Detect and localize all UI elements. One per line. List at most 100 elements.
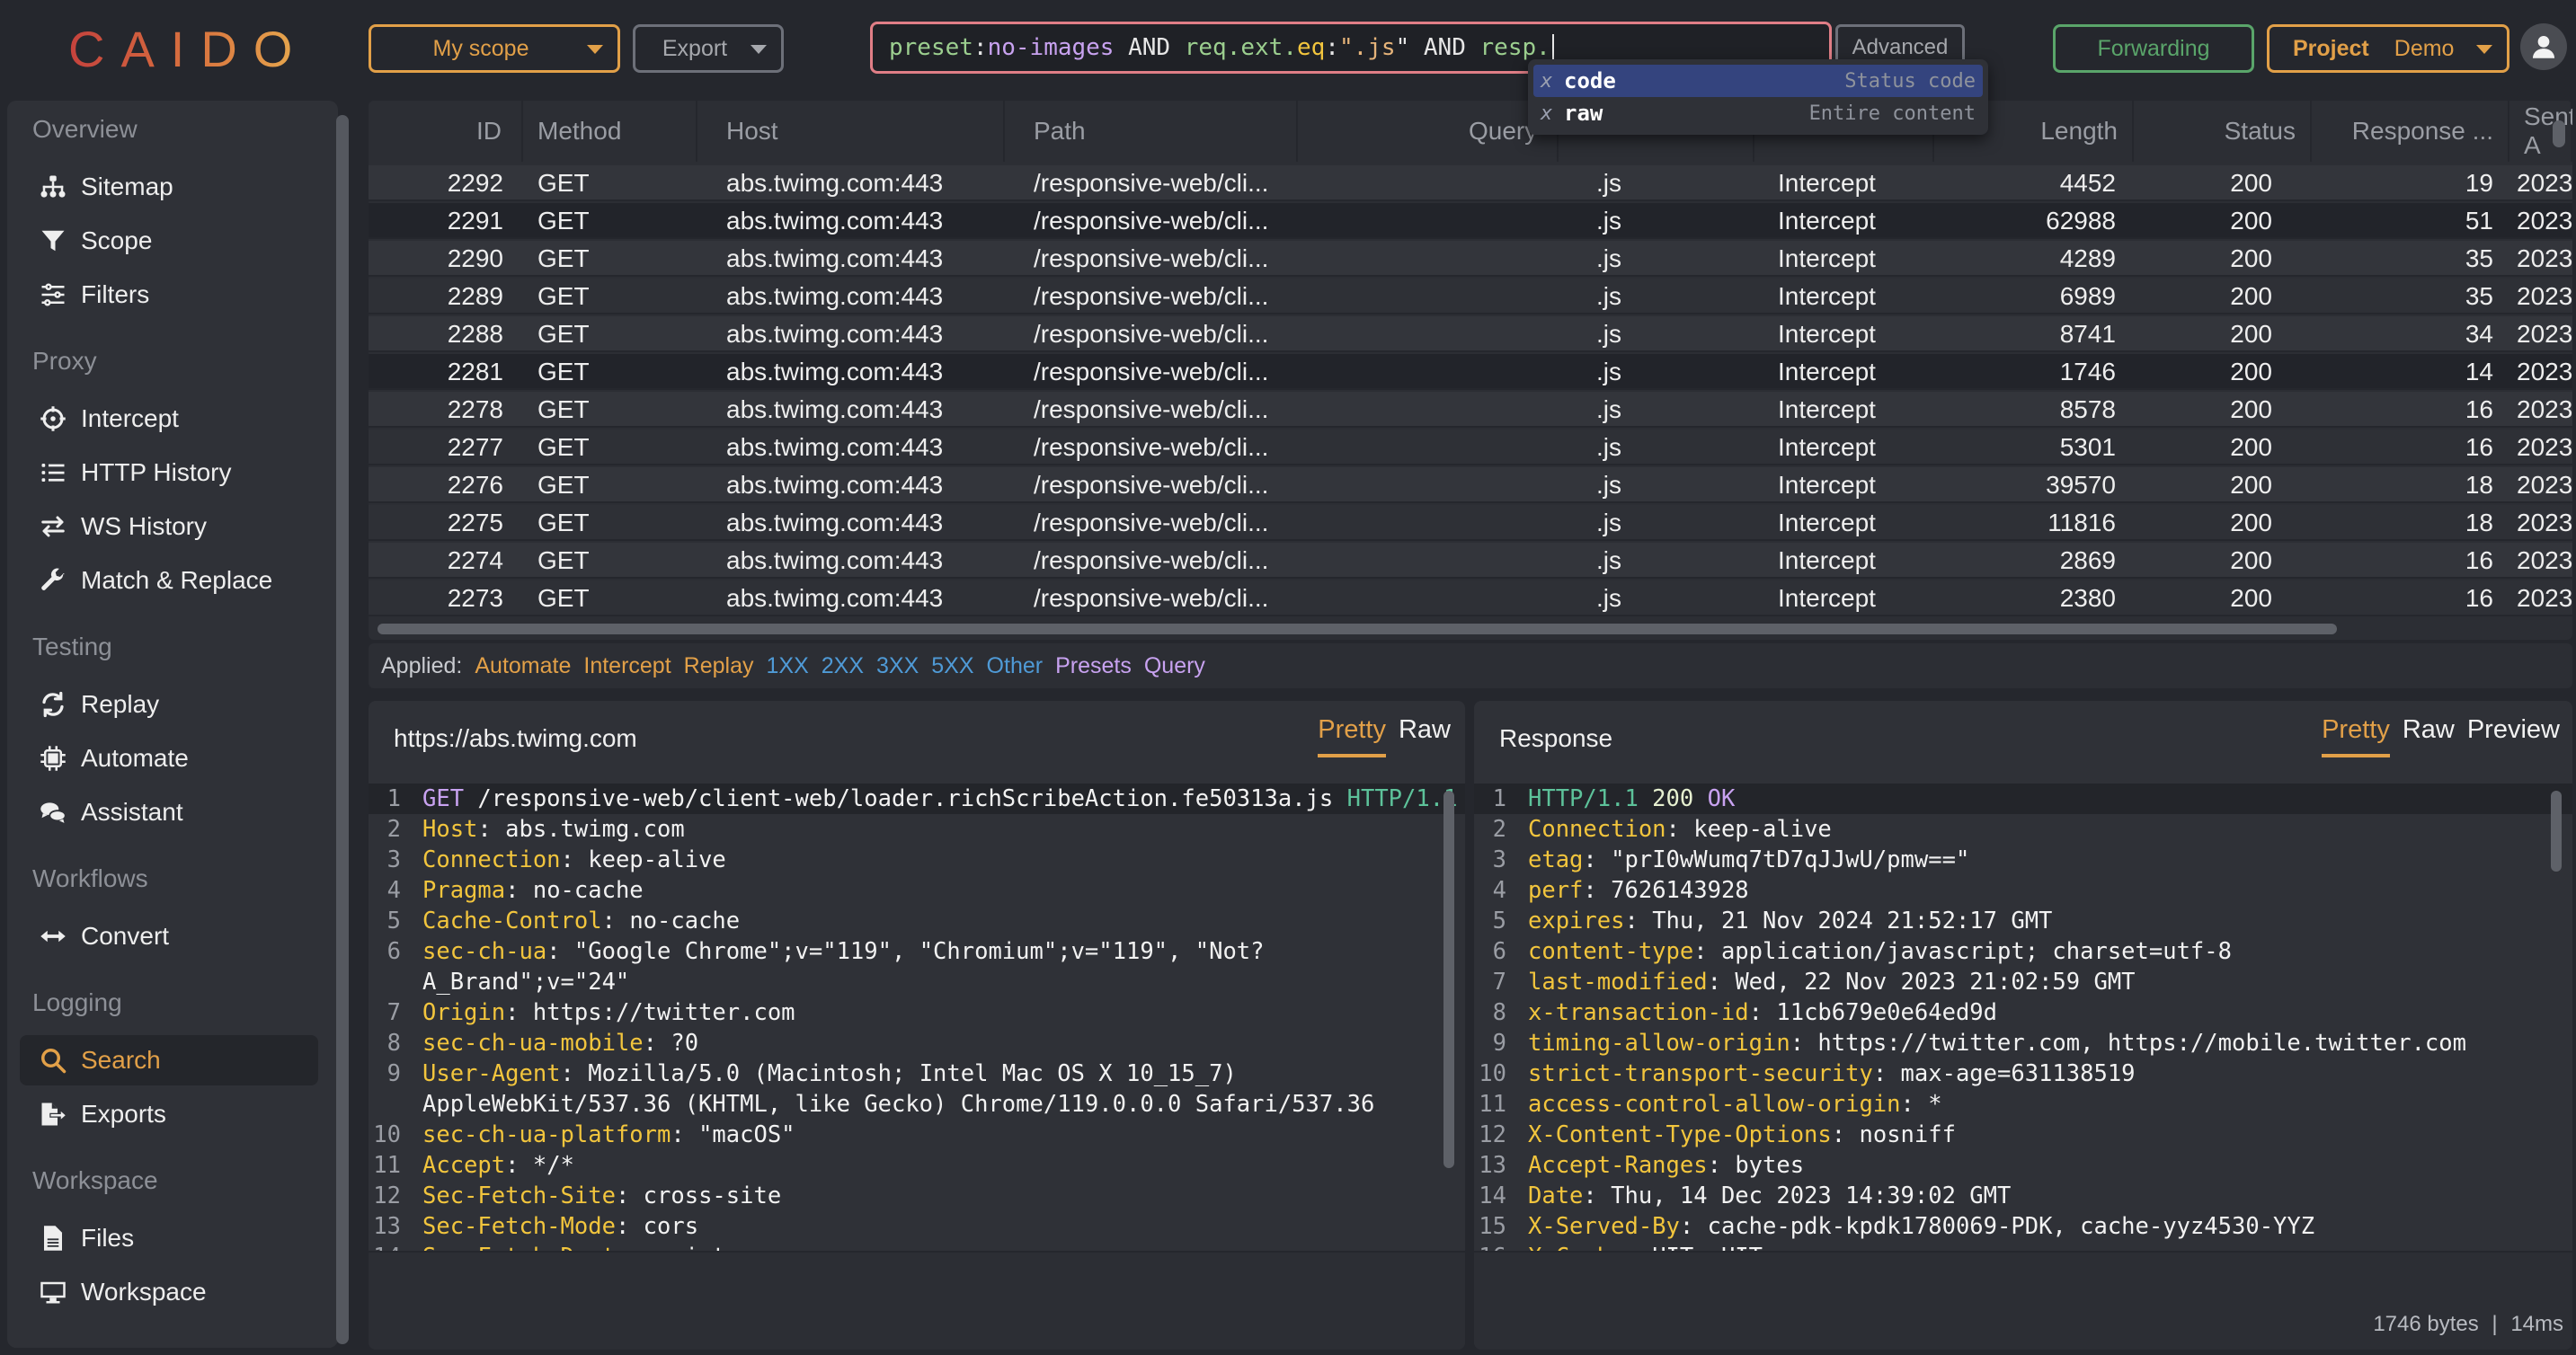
cell-response-time: 35 — [2465, 282, 2493, 310]
applied-filter-intercept[interactable]: Intercept — [583, 653, 671, 679]
autocomplete-item-code[interactable]: x code Status code — [1533, 65, 1983, 97]
response-editor-scrollbar[interactable] — [2551, 791, 2562, 872]
line-content: X-Cache: HIT, HIT — [1528, 1242, 1763, 1251]
sidebar-item-scope[interactable]: Scope — [20, 216, 318, 266]
response-tab-raw[interactable]: Raw — [2403, 715, 2455, 757]
sidebar-item-files[interactable]: Files — [20, 1213, 318, 1263]
table-row[interactable]: 2289 GET abs.twimg.com:443/responsive-web/… — [369, 279, 2572, 314]
table-row[interactable]: 2278 GET abs.twimg.com:443/responsive-web/… — [369, 392, 2572, 428]
sidebar-item-intercept[interactable]: Intercept — [20, 394, 318, 444]
cell-length: 4452 — [2059, 169, 2116, 197]
scope-selector-button[interactable]: My scope — [369, 24, 620, 73]
header-value: HIT, HIT — [1652, 1244, 1763, 1251]
autocomplete-item-raw[interactable]: x raw Entire content — [1533, 97, 1983, 129]
request-tab-pretty[interactable]: Pretty — [1318, 715, 1386, 757]
table-row[interactable]: 2274 GET abs.twimg.com:443/responsive-web/… — [369, 543, 2572, 579]
header-name: Sec-Fetch-Dest — [422, 1244, 616, 1251]
response-tab-pretty[interactable]: Pretty — [2322, 715, 2390, 757]
cell-host: abs.twimg.com:443 — [726, 169, 944, 197]
sidebar-item-exports[interactable]: Exports — [20, 1089, 318, 1139]
reset-query-icon[interactable] — [1784, 35, 1890, 84]
column-header-id[interactable]: ID — [369, 101, 523, 162]
line-content: content-type: application/javascript; ch… — [1528, 936, 2232, 967]
sidebar-item-search[interactable]: Search — [20, 1035, 318, 1085]
column-header-response-time[interactable]: Response ... — [2312, 101, 2509, 162]
applied-filter-presets[interactable]: Presets — [1055, 653, 1132, 679]
project-selector-button[interactable]: Project Demo — [2267, 24, 2509, 73]
table-row[interactable]: 2276 GET abs.twimg.com:443/responsive-web/… — [369, 467, 2572, 503]
cell-sent-at: 2023-1 — [2517, 584, 2572, 612]
table-row[interactable]: 2292 GET abs.twimg.com:443/responsive-web/… — [369, 165, 2572, 201]
header-name: Host — [422, 816, 478, 843]
request-editor-scrollbar[interactable] — [1443, 791, 1454, 1168]
sidebar-item-convert[interactable]: Convert — [20, 911, 318, 961]
table-row[interactable]: 2288 GET abs.twimg.com:443/responsive-web/… — [369, 316, 2572, 352]
column-header-path[interactable]: Path — [1005, 101, 1298, 162]
sidebar-item-filters[interactable]: Filters — [20, 270, 318, 320]
request-tab-raw[interactable]: Raw — [1399, 715, 1451, 757]
applied-filter-1xx[interactable]: 1XX — [766, 653, 808, 679]
header-value: Wed, 22 Nov 2023 21:02:59 GMT — [1735, 969, 2136, 996]
column-header-host[interactable]: Host — [697, 101, 1005, 162]
request-editor[interactable]: 1 GET /responsive-web/client-web/loader.r… — [369, 784, 1465, 1251]
response-stats: 1746 bytes | 14ms — [2373, 1312, 2563, 1337]
cell-length: 8741 — [2059, 320, 2116, 348]
table-row[interactable]: 2290 GET abs.twimg.com:443/responsive-web/… — [369, 241, 2572, 277]
sidebar-scrollbar[interactable] — [336, 115, 349, 1344]
header-separator: : — [1693, 938, 1721, 965]
sidebar-item-sitemap[interactable]: Sitemap — [20, 162, 318, 212]
cell-method: GET — [537, 207, 590, 235]
header-separator: : — [671, 1121, 699, 1148]
code-line: 9 User-Agent: Mozilla/5.0 (Macintosh; Int… — [369, 1058, 1465, 1120]
cell-path: /responsive-web/cli... — [1034, 320, 1269, 348]
cell-response-time: 16 — [2465, 584, 2493, 612]
applied-filter-5xx[interactable]: 5XX — [931, 653, 973, 679]
response-editor[interactable]: 1 HTTP/1.1 200 OK 2 Connection: keep-alive 3… — [1474, 784, 2572, 1251]
table-row[interactable]: 2281 GET abs.twimg.com:443/responsive-web/… — [369, 354, 2572, 390]
table-horizontal-scrollbar[interactable] — [378, 624, 2337, 634]
table-row[interactable]: 2291 GET abs.twimg.com:443/responsive-web/… — [369, 203, 2572, 239]
cell-response-time: 16 — [2465, 546, 2493, 574]
sidebar-item-http-history[interactable]: HTTP History — [20, 447, 318, 498]
table-row[interactable]: 2277 GET abs.twimg.com:443/responsive-web/… — [369, 430, 2572, 465]
table-row[interactable]: 2273 GET abs.twimg.com:443/responsive-web/… — [369, 580, 2572, 616]
applied-filter-other[interactable]: Other — [987, 653, 1044, 679]
applied-filter-query[interactable]: Query — [1144, 653, 1205, 679]
applied-filter-3xx[interactable]: 3XX — [876, 653, 919, 679]
header-separator: : — [505, 999, 533, 1026]
line-number: 14 — [1479, 1182, 1506, 1209]
applied-filter-automate[interactable]: Automate — [475, 653, 571, 679]
applied-filters-bar: Applied: Automate Intercept Replay 1XX 2XX 3X… — [369, 643, 2572, 688]
sidebar-item-ws-history[interactable]: WS History — [20, 501, 318, 552]
header-separator: : — [601, 908, 630, 934]
table-row[interactable]: 2275 GET abs.twimg.com:443/responsive-web/… — [369, 505, 2572, 541]
sidebar-item-workspace[interactable]: Workspace — [20, 1267, 318, 1317]
applied-filter-2xx[interactable]: 2XX — [822, 653, 864, 679]
request-url-title: https://abs.twimg.com — [394, 724, 637, 752]
table-vertical-scrollbar[interactable] — [2553, 120, 2565, 147]
column-header-query[interactable]: Query — [1298, 101, 1559, 162]
applied-filter-replay[interactable]: Replay — [684, 653, 754, 679]
sidebar-item-automate[interactable]: Automate — [20, 733, 318, 784]
line-content: sec-ch-ua: "Google Chrome";v="119", "Chr… — [422, 936, 1465, 997]
sidebar-section-overview: Overview — [32, 115, 138, 143]
header-name: Cache-Control — [422, 908, 602, 934]
sidebar-item-assistant[interactable]: Assistant — [20, 787, 318, 837]
cell-status: 200 — [2230, 509, 2272, 536]
cell-sent-at: 2023-1 — [2517, 320, 2572, 348]
column-header-status[interactable]: Status — [2134, 101, 2312, 162]
response-tab-preview[interactable]: Preview — [2467, 715, 2560, 757]
cell-sent-at: 2023-1 — [2517, 207, 2572, 235]
code-line: 6 content-type: application/javascript; c… — [1474, 936, 2572, 967]
request-path: /responsive-web/client-web/loader.richSc… — [464, 785, 1347, 812]
code-line: 15 X-Served-By: cache-pdk-kpdk1780069-PDK… — [1474, 1211, 2572, 1242]
header-name: x-transaction-id — [1528, 999, 1749, 1026]
sidebar-item-replay[interactable]: Replay — [20, 679, 318, 730]
export-button[interactable]: Export — [633, 24, 784, 73]
forwarding-button[interactable]: Forwarding — [2053, 24, 2254, 73]
sidebar-item-match-replace[interactable]: Match & Replace — [20, 555, 318, 606]
sidebar-item-label: Automate — [81, 744, 189, 772]
column-header-method[interactable]: Method — [523, 101, 697, 162]
cell-status: 200 — [2230, 546, 2272, 574]
user-avatar[interactable] — [2520, 23, 2567, 70]
